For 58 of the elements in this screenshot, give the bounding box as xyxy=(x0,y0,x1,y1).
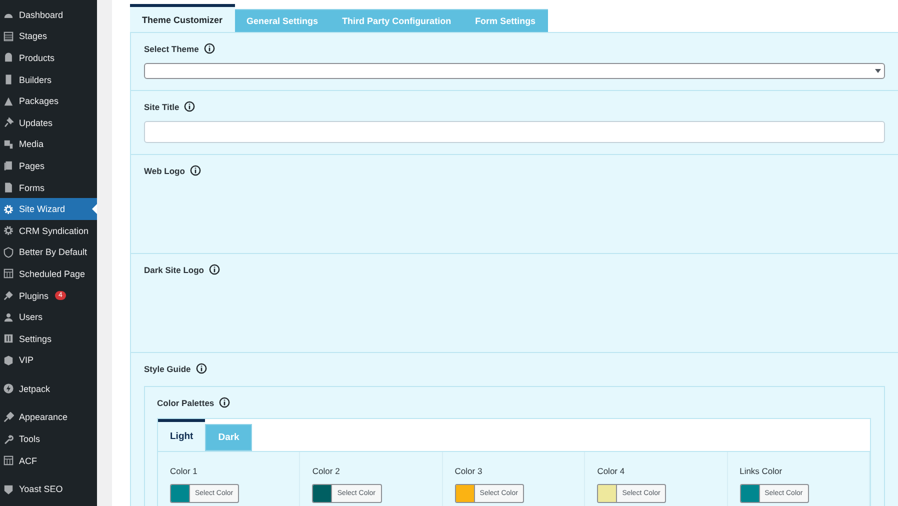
input-field[interactable] xyxy=(144,121,885,143)
field-label: Style Guide xyxy=(144,364,191,374)
gear-icon xyxy=(3,204,14,215)
info-icon[interactable] xyxy=(196,363,207,374)
sidebar-item[interactable]: Appearance xyxy=(0,406,97,428)
user-icon xyxy=(3,312,14,323)
color-label: Color 3 xyxy=(454,466,482,476)
gear-icon xyxy=(3,225,14,236)
tab[interactable]: Theme Customizer xyxy=(130,4,235,32)
building-icon xyxy=(3,74,14,86)
sidebar-item[interactable]: Scheduled Page xyxy=(0,263,97,285)
list-icon xyxy=(3,30,14,42)
sidebar-item[interactable]: ACF xyxy=(0,450,97,472)
sidebar-item[interactable]: Jetpack xyxy=(0,378,97,400)
settings-icon xyxy=(3,333,14,344)
field-label: Select Theme xyxy=(144,44,199,54)
sidebar-item[interactable]: Better By Default xyxy=(0,242,97,264)
sidebar-item[interactable]: Pages xyxy=(0,155,97,177)
field-label: Color Palettes xyxy=(157,398,214,408)
shield-icon xyxy=(3,484,14,495)
sidebar-item[interactable]: Users xyxy=(0,306,97,328)
info-icon[interactable] xyxy=(190,165,201,176)
sidebar-item[interactable]: Packages xyxy=(0,90,97,112)
color-label: Color 1 xyxy=(170,466,198,476)
color-label: Color 4 xyxy=(597,466,625,476)
pyramid-icon xyxy=(3,96,14,107)
info-icon[interactable] xyxy=(219,397,230,408)
color-label: Color 2 xyxy=(312,466,340,476)
sidebar-item[interactable]: Forms xyxy=(0,176,97,198)
sidebar-item[interactable]: Builders xyxy=(0,68,97,90)
info-icon[interactable] xyxy=(208,264,220,275)
field-label: Site Title xyxy=(144,102,180,112)
info-icon[interactable] xyxy=(204,43,215,54)
info-icon[interactable] xyxy=(184,101,196,112)
sidebar-item[interactable]: Tools xyxy=(0,428,97,450)
sidebar-item[interactable]: CRM Syndication xyxy=(0,220,97,242)
field-label: Web Logo xyxy=(144,166,185,176)
calendar-icon xyxy=(3,268,14,280)
document-icon xyxy=(3,160,14,172)
sidebar-item[interactable]: VIP xyxy=(0,350,97,372)
calendar-icon xyxy=(3,455,14,466)
bolt-icon xyxy=(3,383,14,394)
color-label: Links Color xyxy=(740,466,782,476)
sidebar-item[interactable]: Updates xyxy=(0,112,97,134)
theme-select[interactable] xyxy=(144,63,885,79)
shield-icon xyxy=(3,246,14,258)
document-icon xyxy=(3,182,14,194)
sidebar-item[interactable]: Dashboard xyxy=(0,4,97,26)
sidebar-item[interactable]: Site Wizard xyxy=(0,198,97,220)
sidebar-item[interactable]: Stages xyxy=(0,26,97,48)
sidebar-item[interactable]: Settings xyxy=(0,328,97,350)
tab[interactable]: Light xyxy=(158,419,206,451)
media-icon xyxy=(3,138,14,150)
caret-icon xyxy=(875,69,881,73)
sidebar-item[interactable]: Yoast SEO xyxy=(0,478,97,500)
sidebar-item[interactable]: Media xyxy=(0,134,97,156)
sidebar-item[interactable]: Products xyxy=(0,47,97,69)
field-label: Dark Site Logo xyxy=(144,264,204,274)
